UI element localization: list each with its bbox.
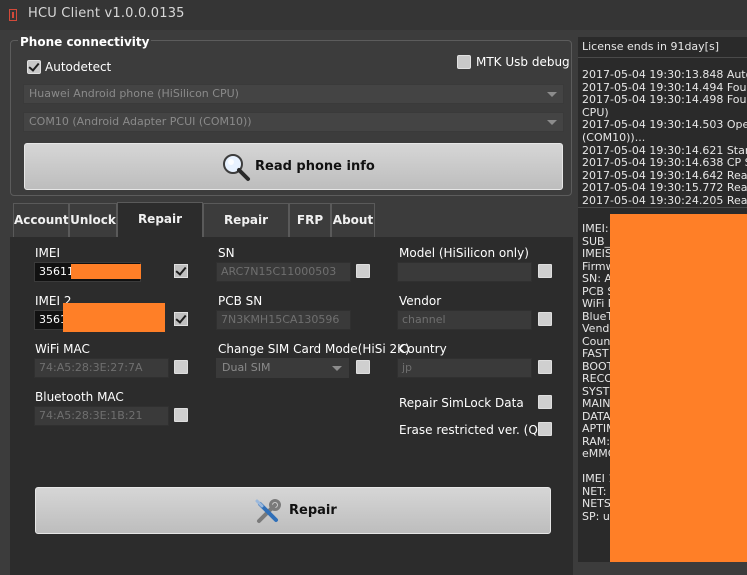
repair-button[interactable]: Repair [35,487,551,534]
erase-restricted-label: Erase restricted ver. (QC) [399,423,551,437]
tab-about[interactable]: About [331,203,375,237]
repair-simlock-checkbox[interactable] [538,395,552,409]
bluetooth-mac-value: 74:A5:28:3E:1B:21 [39,409,143,422]
info-line: NETS [582,497,611,510]
info-line: RAM: [582,434,610,448]
log-line: 2017-05-04 19:30:14.498 Found ph [582,93,747,107]
wifi-mac-value: 74:A5:28:3E:27:7A [39,361,143,374]
country-checkbox[interactable] [538,360,552,374]
wifi-mac-label: WiFi MAC [35,342,90,356]
vendor-label: Vendor [399,294,442,308]
sim-mode-value: Dual SIM [222,361,271,374]
redaction-block [71,264,141,279]
bluetooth-mac-label: Bluetooth MAC [35,390,124,404]
read-phone-info-label: Read phone info [255,159,375,174]
phone-connectivity-label: Phone connectivity [18,35,152,49]
repair-simlock-label: Repair SimLock Data [399,396,524,410]
vendor-input[interactable]: channel [397,310,532,330]
pcb-sn-input[interactable]: 7N3KMH15CA130596 [216,310,351,330]
phone-type-value: Huawei Android phone (HiSilicon CPU) [29,87,239,100]
info-line: IMEIS [582,247,612,260]
title-bar: HCU Client v1.0.0.0135 [0,0,747,30]
log-line: 2017-05-04 19:30:14.503 Open CO [582,118,747,132]
log-divider [578,207,747,208]
port-select[interactable]: COM10 (Android Adapter PCUI (COM10)) [23,112,564,132]
magnifier-icon [223,154,250,181]
license-text: License ends in 91day[s] [582,40,719,53]
vendor-checkbox[interactable] [538,312,552,326]
tab-repair-umts[interactable]: Repair UMTS [117,202,203,258]
bluetooth-mac-checkbox[interactable] [174,408,188,422]
phone-type-select[interactable]: Huawei Android phone (HiSilicon CPU) [23,84,564,104]
wifi-mac-input[interactable]: 74:A5:28:3E:27:7A [34,358,169,378]
log-divider [578,57,747,58]
info-line: SYST [582,384,610,398]
sim-mode-checkbox[interactable] [356,360,370,374]
info-line: SP: ui [582,509,613,523]
port-value: COM10 (Android Adapter PCUI (COM10)) [29,115,252,128]
redaction-block [63,303,165,332]
log-line: 2017-05-04 19:30:13.848 Autodete [582,68,747,81]
model-label: Model (HiSilicon only) [399,246,529,260]
sim-mode-select[interactable]: Dual SIM [216,358,349,378]
info-line: SN: A [582,272,612,285]
chevron-down-icon [547,120,557,125]
wrench-screwdriver-icon [255,499,281,523]
sn-checkbox[interactable] [356,264,370,278]
info-line: DATA [582,409,611,423]
pcb-sn-label: PCB SN [218,294,263,308]
tab-account[interactable]: Account [13,203,69,237]
autodetect-checkbox[interactable] [27,60,41,74]
bluetooth-mac-input[interactable]: 74:A5:28:3E:1B:21 [34,406,169,426]
model-checkbox[interactable] [538,264,552,278]
info-line: BOOT [582,359,614,373]
chevron-down-icon [547,92,557,97]
log-line: 2017-05-04 19:30:14.642 Read ph [582,168,747,182]
log-line: 2017-05-04 19:30:14.638 CP State [582,156,747,170]
erase-restricted-checkbox[interactable] [538,422,552,436]
autodetect-label: Autodetect [45,60,112,74]
sim-mode-label: Change SIM Card Mode(HiSi 2K) [218,342,410,356]
log-panel[interactable]: License ends in 91day[s] 2017-05-04 19:3… [578,37,747,562]
imei-checkbox[interactable] [174,264,188,278]
app-icon [9,9,17,21]
wifi-mac-checkbox[interactable] [174,360,188,374]
mtk-usb-debug-label: MTK Usb debug [476,55,570,69]
country-input[interactable]: jp [397,358,532,378]
sn-input[interactable]: ARC7N15C11000503 [216,262,351,282]
log-line: 2017-05-04 19:30:24.205 Read ph [582,194,747,207]
country-value: jp [402,361,413,374]
imei-label: IMEI [35,246,61,260]
tab-unlock[interactable]: Unlock [69,203,117,237]
tab-frp[interactable]: FRP [289,203,331,237]
info-line: NET: [582,484,607,498]
mtk-usb-debug-checkbox[interactable] [457,55,471,69]
pcb-sn-value: 7N3KMH15CA130596 [221,313,340,326]
info-line: SUB_ [582,234,611,248]
chevron-down-icon [332,366,342,371]
info-line: FAST [582,347,609,360]
log-line: CPU) [582,105,609,119]
info-line: RECO [582,372,613,385]
log-line: 2017-05-04 19:30:14.621 Start rea [582,143,747,157]
log-line: (COM10))... [582,131,646,144]
repair-label: Repair [289,503,337,518]
read-phone-info-button[interactable]: Read phone info [24,143,563,190]
country-label: Country [399,342,447,356]
tab-repair-cdma[interactable]: Repair CDMA [203,203,289,259]
info-line: BlueT [582,309,614,323]
redaction-block [610,214,747,562]
sn-label: SN [218,246,235,260]
imei2-checkbox[interactable] [174,312,188,326]
vendor-value: channel [402,313,446,326]
log-line: 2017-05-04 19:30:15.772 Read ph [582,181,747,195]
info-line: IMEI: [582,222,609,235]
log-line: 2017-05-04 19:30:14.494 Found C [582,80,747,94]
sn-value: ARC7N15C11000503 [221,265,337,278]
window-title: HCU Client v1.0.0.0135 [28,6,185,21]
model-input[interactable] [397,262,532,282]
